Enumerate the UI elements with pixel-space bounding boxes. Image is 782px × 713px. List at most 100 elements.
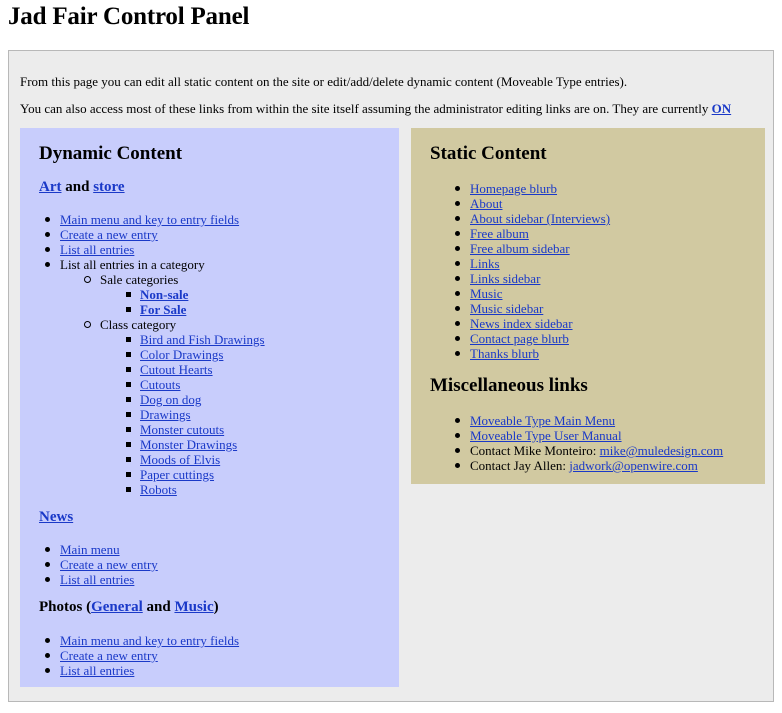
art-item-for-sale[interactable]: For Sale [20,302,265,317]
art-label-bird-and-fish-drawings[interactable]: Bird and Fish Drawings [140,332,265,347]
misc-item-moveable-type-main-menu[interactable]: Moveable Type Main Menu [430,413,723,428]
art-item-create-a-new-entry[interactable]: Create a new entry [20,227,265,242]
art-item-robots[interactable]: Robots [20,482,265,497]
art-label-moods-of-elvis[interactable]: Moods of Elvis [140,452,220,467]
art-label-monster-cutouts[interactable]: Monster cutouts [140,422,224,437]
photos-item-main-menu-and-key-to-entry-fields[interactable]: Main menu and key to entry fields [20,633,239,648]
art-item-paper-cuttings[interactable]: Paper cuttings [20,467,265,482]
static-label-news-index-sidebar[interactable]: News index sidebar [470,316,573,331]
art-label-drawings[interactable]: Drawings [140,407,191,422]
art-item-cutouts[interactable]: Cutouts [20,377,265,392]
misc-label-moveable-type-user-manual[interactable]: Moveable Type User Manual [470,428,622,443]
static-item-about-sidebar-interviews[interactable]: About sidebar (Interviews) [430,211,610,226]
misc-item-jadwork-openwire-com[interactable]: Contact Jay Allen: jadwork@openwire.com [430,458,723,473]
art-label-create-a-new-entry[interactable]: Create a new entry [60,227,158,242]
static-label-contact-page-blurb[interactable]: Contact page blurb [470,331,569,346]
art-item-bird-and-fish-drawings[interactable]: Bird and Fish Drawings [20,332,265,347]
art-item-list-all-entries[interactable]: List all entries [20,242,265,257]
art-label-paper-cuttings[interactable]: Paper cuttings [140,467,214,482]
art-label-for-sale[interactable]: For Sale [140,302,186,317]
art-store-heading: Art and store [39,179,125,196]
photos-label-list-all-entries[interactable]: List all entries [60,663,134,678]
art-item-color-drawings[interactable]: Color Drawings [20,347,265,362]
misc-label-jadwork-openwire-com[interactable]: jadwork@openwire.com [569,458,698,473]
static-content-heading: Static Content [430,143,547,164]
static-label-free-album-sidebar[interactable]: Free album sidebar [470,241,570,256]
news-link[interactable]: News [39,509,73,525]
misc-label-mike-muledesign-com[interactable]: mike@muledesign.com [600,443,724,458]
static-page-list: Homepage blurb About About sidebar (Interv… [430,181,610,361]
art-label-main-menu-and-key-to-entry-fields[interactable]: Main menu and key to entry fields [60,212,239,227]
store-link[interactable]: store [93,179,124,195]
static-item-news-index-sidebar[interactable]: News index sidebar [430,316,610,331]
art-item-monster-cutouts[interactable]: Monster cutouts [20,422,265,437]
art-label-color-drawings[interactable]: Color Drawings [140,347,223,362]
news-label-create-a-new-entry[interactable]: Create a new entry [60,557,158,572]
static-label-music[interactable]: Music [470,286,503,301]
art-link[interactable]: Art [39,179,62,195]
static-item-links[interactable]: Links [430,256,610,271]
misc-link-list: Moveable Type Main Menu Moveable Type Use… [430,413,723,473]
editing-links-on-link[interactable]: ON [712,101,732,116]
static-item-thanks-blurb[interactable]: Thanks blurb [430,346,610,361]
art-label-non-sale[interactable]: Non-sale [140,287,188,302]
page-title: Jad Fair Control Panel [8,3,250,30]
art-label-sale-categories: Sale categories [100,272,179,287]
static-label-homepage-blurb[interactable]: Homepage blurb [470,181,557,196]
photos-label-main-menu-and-key-to-entry-fields[interactable]: Main menu and key to entry fields [60,633,239,648]
art-item-list-all-entries-in-a-category: List all entries in a category [20,257,265,272]
photos-general-link[interactable]: General [91,599,143,615]
static-label-thanks-blurb[interactable]: Thanks blurb [470,346,539,361]
news-label-list-all-entries[interactable]: List all entries [60,572,134,587]
static-item-contact-page-blurb[interactable]: Contact page blurb [430,331,610,346]
photos-music-link[interactable]: Music [174,599,213,615]
art-label-class-category: Class category [100,317,177,332]
static-item-free-album-sidebar[interactable]: Free album sidebar [430,241,610,256]
static-label-about-sidebar-interviews[interactable]: About sidebar (Interviews) [470,211,610,226]
static-item-about[interactable]: About [430,196,610,211]
photos-prefix: Photos ( [39,599,92,615]
art-label-robots[interactable]: Robots [140,482,177,497]
photos-label-create-a-new-entry[interactable]: Create a new entry [60,648,158,663]
art-item-main-menu-and-key-to-entry-fields[interactable]: Main menu and key to entry fields [20,212,265,227]
photos-item-create-a-new-entry[interactable]: Create a new entry [20,648,239,663]
static-item-music-sidebar[interactable]: Music sidebar [430,301,610,316]
static-label-music-sidebar[interactable]: Music sidebar [470,301,543,316]
misc-item-mike-muledesign-com[interactable]: Contact Mike Monteiro: mike@muledesign.c… [430,443,723,458]
photos-and-text: and [142,599,175,615]
static-item-links-sidebar[interactable]: Links sidebar [430,271,610,286]
art-item-dog-on-dog[interactable]: Dog on dog [20,392,265,407]
misc-links-heading: Miscellaneous links [430,375,588,396]
news-item-create-a-new-entry[interactable]: Create a new entry [20,557,158,572]
news-item-main-menu[interactable]: Main menu [20,542,158,557]
art-item-monster-drawings[interactable]: Monster Drawings [20,437,265,452]
photos-entry-list: Main menu and key to entry fields Create … [20,633,239,678]
static-label-free-album[interactable]: Free album [470,226,529,241]
photos-item-list-all-entries[interactable]: List all entries [20,663,239,678]
static-item-free-album[interactable]: Free album [430,226,610,241]
static-label-about[interactable]: About [470,196,503,211]
art-label-list-all-entries-in-a-category: List all entries in a category [60,257,205,272]
static-item-music[interactable]: Music [430,286,610,301]
art-label-dog-on-dog[interactable]: Dog on dog [140,392,201,407]
art-label-cutouts[interactable]: Cutouts [140,377,180,392]
static-label-links-sidebar[interactable]: Links sidebar [470,271,540,286]
intro-line-1: From this page you can edit all static c… [20,74,628,89]
art-item-moods-of-elvis[interactable]: Moods of Elvis [20,452,265,467]
control-panel: From this page you can edit all static c… [8,50,774,702]
news-label-main-menu[interactable]: Main menu [60,542,120,557]
news-entry-list: Main menu Create a new entry List all entr… [20,542,158,587]
art-item-cutout-hearts[interactable]: Cutout Hearts [20,362,265,377]
art-label-cutout-hearts[interactable]: Cutout Hearts [140,362,213,377]
art-item-sale-categories: Sale categories [20,272,265,287]
art-label-list-all-entries[interactable]: List all entries [60,242,134,257]
static-label-links[interactable]: Links [470,256,500,271]
misc-label-moveable-type-main-menu[interactable]: Moveable Type Main Menu [470,413,615,428]
misc-item-moveable-type-user-manual[interactable]: Moveable Type User Manual [430,428,723,443]
art-and-text: and [61,179,94,195]
static-item-homepage-blurb[interactable]: Homepage blurb [430,181,610,196]
art-item-drawings[interactable]: Drawings [20,407,265,422]
art-label-monster-drawings[interactable]: Monster Drawings [140,437,237,452]
news-item-list-all-entries[interactable]: List all entries [20,572,158,587]
art-item-non-sale[interactable]: Non-sale [20,287,265,302]
